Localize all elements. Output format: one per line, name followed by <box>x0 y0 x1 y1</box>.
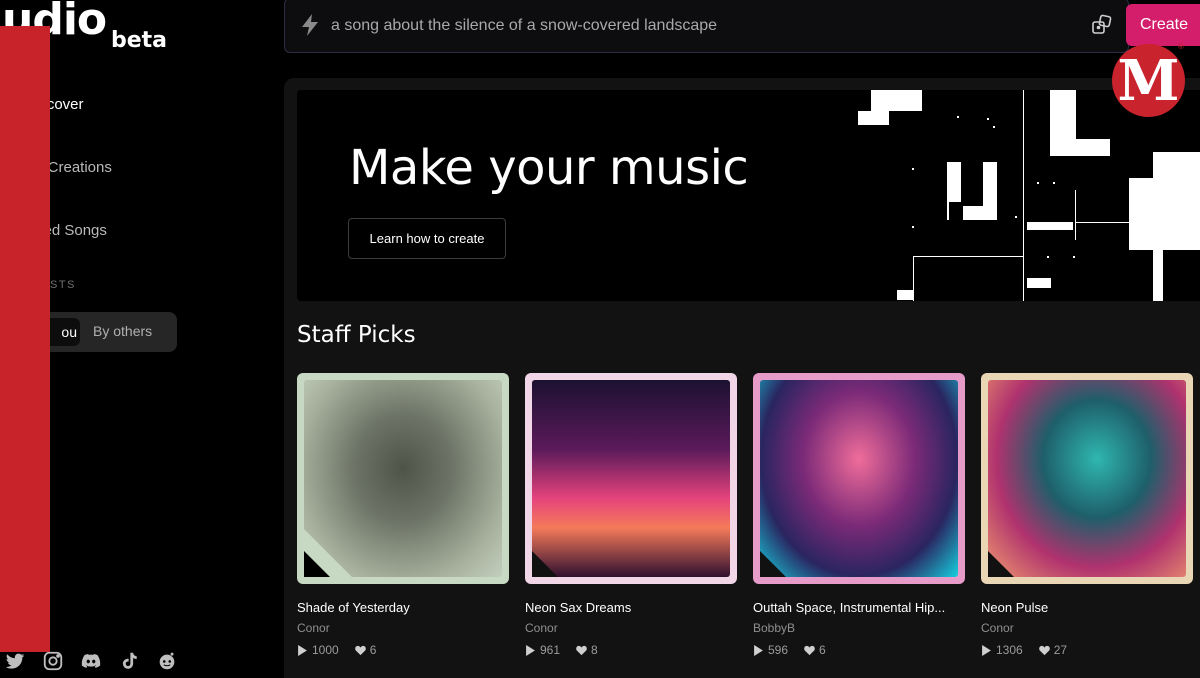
discord-icon[interactable] <box>80 650 102 672</box>
song-artist[interactable]: Conor <box>297 621 509 635</box>
play-count: 1000 <box>312 643 339 657</box>
play-icon <box>526 644 535 656</box>
play-count: 961 <box>540 643 561 657</box>
heart-icon[interactable] <box>804 645 815 656</box>
song-title[interactable]: Shade of Yesterday <box>297 600 509 615</box>
filter-by-others-button[interactable]: By others <box>93 323 152 339</box>
tiktok-icon[interactable] <box>118 650 140 672</box>
song-title[interactable]: Neon Sax Dreams <box>525 600 737 615</box>
instagram-icon[interactable] <box>42 650 64 672</box>
play-icon <box>982 644 991 656</box>
milenio-logo: M <box>1112 44 1185 117</box>
song-stats: 1000 6 <box>297 643 509 657</box>
prompt-input[interactable]: a song about the silence of a snow-cover… <box>331 17 717 35</box>
like-count: 6 <box>819 643 826 657</box>
song-artist[interactable]: Conor <box>525 621 737 635</box>
song-title[interactable]: Outtah Space, Instrumental Hip... <box>753 600 965 615</box>
dice-icon[interactable] <box>1091 14 1113 36</box>
song-cover[interactable] <box>981 373 1193 584</box>
red-overlay-block <box>0 26 50 652</box>
song-card[interactable]: Neon Sax Dreams Conor 961 8 <box>525 373 737 657</box>
song-title[interactable]: Neon Pulse <box>981 600 1193 615</box>
learn-how-button[interactable]: Learn how to create <box>348 218 506 259</box>
song-cover[interactable] <box>297 373 509 584</box>
play-count: 1306 <box>996 643 1023 657</box>
logo-letter: M <box>1117 48 1180 114</box>
create-button[interactable]: Create <box>1126 4 1200 46</box>
song-cover[interactable] <box>525 373 737 584</box>
song-artist[interactable]: BobbyB <box>753 621 965 635</box>
song-artist[interactable]: Conor <box>981 621 1193 635</box>
hero-pixel-art <box>858 90 1200 301</box>
play-count: 596 <box>768 643 789 657</box>
beta-label: beta <box>111 28 168 53</box>
like-count: 27 <box>1053 643 1068 657</box>
social-links <box>4 650 178 672</box>
song-cover[interactable] <box>753 373 965 584</box>
playlists-section-label: STS <box>50 279 76 291</box>
heart-icon[interactable] <box>1038 645 1050 656</box>
reddit-icon[interactable] <box>156 650 178 672</box>
registered-mark: ® <box>1178 42 1184 51</box>
song-stats: 1306 27 <box>981 643 1193 657</box>
song-card[interactable]: Outtah Space, Instrumental Hip... BobbyB… <box>753 373 965 657</box>
hero-banner: Make your music Learn how to create <box>297 90 1200 301</box>
play-icon <box>754 644 763 656</box>
staff-picks-title: Staff Picks <box>297 322 416 348</box>
lightning-icon <box>302 14 318 36</box>
heart-icon[interactable] <box>576 645 587 656</box>
play-icon <box>298 644 307 656</box>
heart-icon[interactable] <box>354 645 366 656</box>
song-card[interactable]: Neon Pulse Conor 1306 27 <box>981 373 1193 657</box>
like-count: 8 <box>591 643 598 657</box>
song-card[interactable]: Shade of Yesterday Conor 1000 6 <box>297 373 509 657</box>
prompt-bar: a song about the silence of a snow-cover… <box>284 0 1129 53</box>
song-stats: 961 8 <box>525 643 737 657</box>
playlist-filter-toggle: ou By others <box>36 312 177 352</box>
like-count: 6 <box>369 643 377 657</box>
twitter-icon[interactable] <box>4 650 26 672</box>
song-stats: 596 6 <box>753 643 965 657</box>
hero-title: Make your music <box>349 140 749 196</box>
